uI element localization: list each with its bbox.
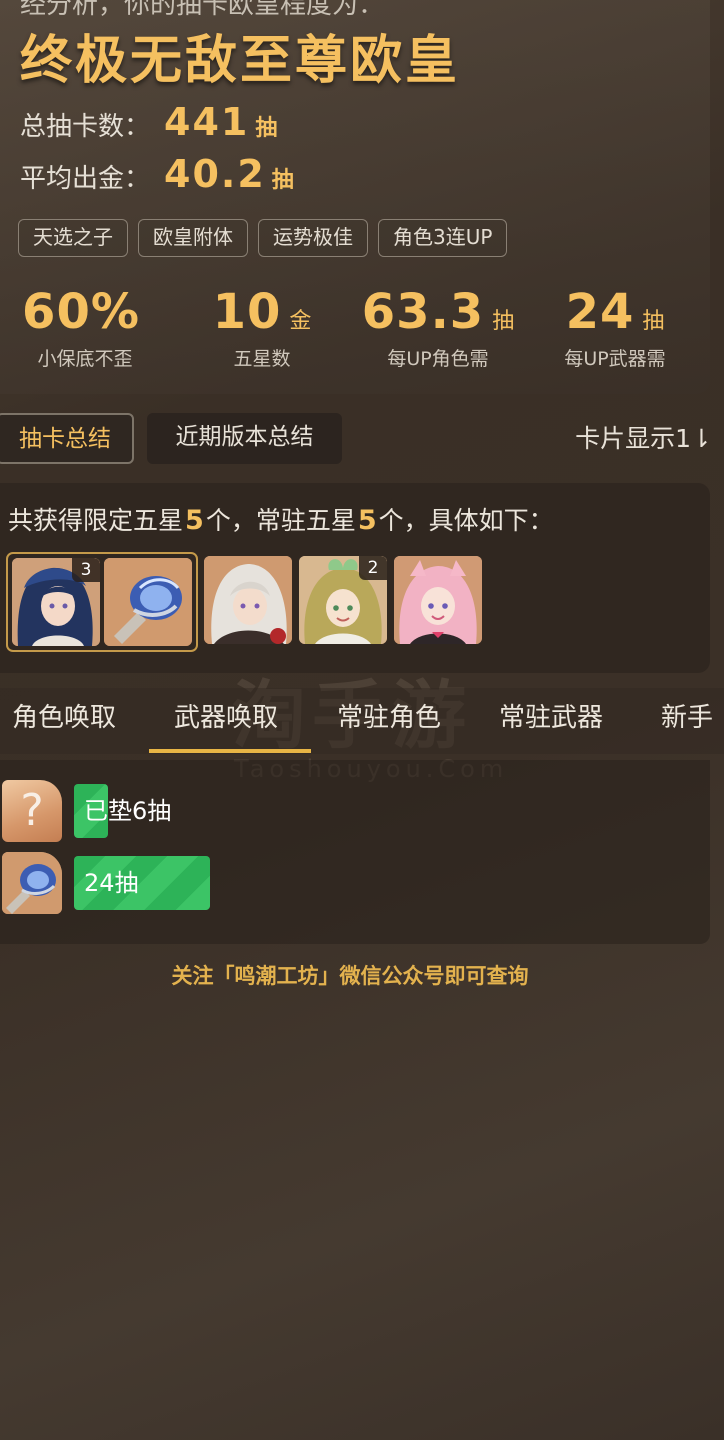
progress-label: 24抽 xyxy=(84,869,139,897)
five-star-summary-text: 共获得限定五星5个，常驻五星5个，具体如下： xyxy=(8,501,554,537)
weapon-gauntlet-art xyxy=(2,852,62,914)
avg-gold-row: 平均出金： 40.2 抽 xyxy=(20,152,294,196)
five-star-summary-card: 共获得限定五星5个，常驻五星5个，具体如下： 3 2 xyxy=(0,483,710,673)
weapon-blue-gauntlet[interactable] xyxy=(104,558,192,646)
unknown-question-icon: ? xyxy=(2,780,62,842)
pull-record-list: ? 已垫6抽 24抽 xyxy=(0,760,710,944)
pity-progress-bar: 24抽 xyxy=(74,856,210,910)
metric-unit: 抽 xyxy=(492,309,515,334)
tab-character-convene[interactable]: 角色唤取 xyxy=(12,688,116,748)
metric-pulls-per-up-character: 63.3 抽 每UP角色需 xyxy=(348,284,528,371)
total-pulls-unit: 抽 xyxy=(255,116,278,141)
metric-five-star-count: 10 金 五星数 xyxy=(172,284,352,371)
progress-label: 已垫6抽 xyxy=(84,797,172,825)
luck-rank-title: 终极无敌至尊欧皇 xyxy=(20,31,461,91)
highlighted-pair: 3 xyxy=(6,552,198,652)
metric-caption: 小保底不歪 xyxy=(37,348,133,370)
stats-card: 经分析，你的抽卡欧皇程度为： 终极无敌至尊欧皇 总抽卡数： 441 抽 平均出金… xyxy=(0,0,710,394)
copy-count-badge: 3 xyxy=(72,558,100,582)
tag-chip: 角色3连UP xyxy=(378,219,508,257)
metric-value: 63.3 xyxy=(361,284,485,340)
pool-tab-bar: 角色唤取 武器唤取 常驻角色 常驻武器 新手 xyxy=(0,688,724,754)
copy-count-badge: 2 xyxy=(359,556,387,580)
list-item: ? 已垫6抽 xyxy=(2,780,171,842)
character-pink-hair-portrait-art xyxy=(394,556,482,644)
tab-standard-weapon[interactable]: 常驻武器 xyxy=(499,688,603,748)
summary-post: 个，具体如下： xyxy=(378,506,554,535)
avg-gold-unit: 抽 xyxy=(271,168,294,193)
limited-count: 5 xyxy=(185,505,204,536)
summary-mid: 个，常驻五星 xyxy=(205,506,356,535)
tab-beginner[interactable]: 新手 xyxy=(661,688,713,748)
card-display-toggle[interactable]: 卡片显示1⇂ xyxy=(575,413,712,464)
metric-value: 60% xyxy=(22,284,140,340)
character-white-hair-portrait[interactable] xyxy=(204,556,292,644)
tab-pull-summary[interactable]: 抽卡总结 xyxy=(0,413,134,464)
character-green-hair-portrait[interactable]: 2 xyxy=(299,556,387,644)
tab-standard-character[interactable]: 常驻角色 xyxy=(337,688,441,748)
metric-caption: 每UP角色需 xyxy=(387,348,489,370)
character-white-hair-portrait-art xyxy=(204,556,292,644)
metric-pulls-per-up-weapon: 24 抽 每UP武器需 xyxy=(525,284,705,371)
active-tab-underline xyxy=(149,749,311,753)
total-pulls-row: 总抽卡数： 441 抽 xyxy=(20,100,277,144)
avg-gold-value: 40.2 xyxy=(164,152,266,196)
weapon-blue-gauntlet-icon xyxy=(2,852,62,914)
pity-progress-bar: 已垫6抽 xyxy=(74,784,171,838)
summary-pre: 共获得限定五星 xyxy=(8,506,184,535)
metric-caption: 五星数 xyxy=(233,348,291,370)
tab-weapon-convene[interactable]: 武器唤取 xyxy=(174,688,278,748)
tag-chip: 运势极佳 xyxy=(258,219,368,257)
tag-list: 天选之子 欧皇附体 运势极佳 角色3连UP xyxy=(18,219,508,257)
metric-unit: 抽 xyxy=(642,309,665,334)
standard-count: 5 xyxy=(357,505,377,536)
tab-recent-version-summary[interactable]: 近期版本总结 xyxy=(147,413,342,464)
metric-unit: 金 xyxy=(289,309,312,334)
summary-tab-row: 抽卡总结 近期版本总结 卡片显示1⇂ xyxy=(0,413,724,465)
tag-chip: 欧皇附体 xyxy=(138,219,248,257)
total-pulls-label: 总抽卡数： xyxy=(20,112,151,142)
total-pulls-value: 441 xyxy=(164,100,250,144)
footer-notice: 关注「鸣潮工坊」微信公众号即可查询 xyxy=(171,964,529,988)
character-pink-hair-portrait[interactable] xyxy=(394,556,482,644)
five-star-thumbnails: 3 2 xyxy=(6,552,489,652)
avg-gold-label: 平均出金： xyxy=(20,164,151,194)
metric-value: 10 xyxy=(212,284,282,340)
list-item: 24抽 xyxy=(2,852,210,914)
tag-chip: 天选之子 xyxy=(18,219,128,257)
character-blue-hair-portrait[interactable]: 3 xyxy=(12,558,100,646)
metric-value: 24 xyxy=(565,284,635,340)
metric-caption: 每UP武器需 xyxy=(564,348,666,370)
question-mark: ? xyxy=(20,785,44,836)
metric-no-lose-rate: 60% 小保底不歪 xyxy=(0,284,175,371)
weapon-blue-gauntlet-art xyxy=(104,558,192,646)
